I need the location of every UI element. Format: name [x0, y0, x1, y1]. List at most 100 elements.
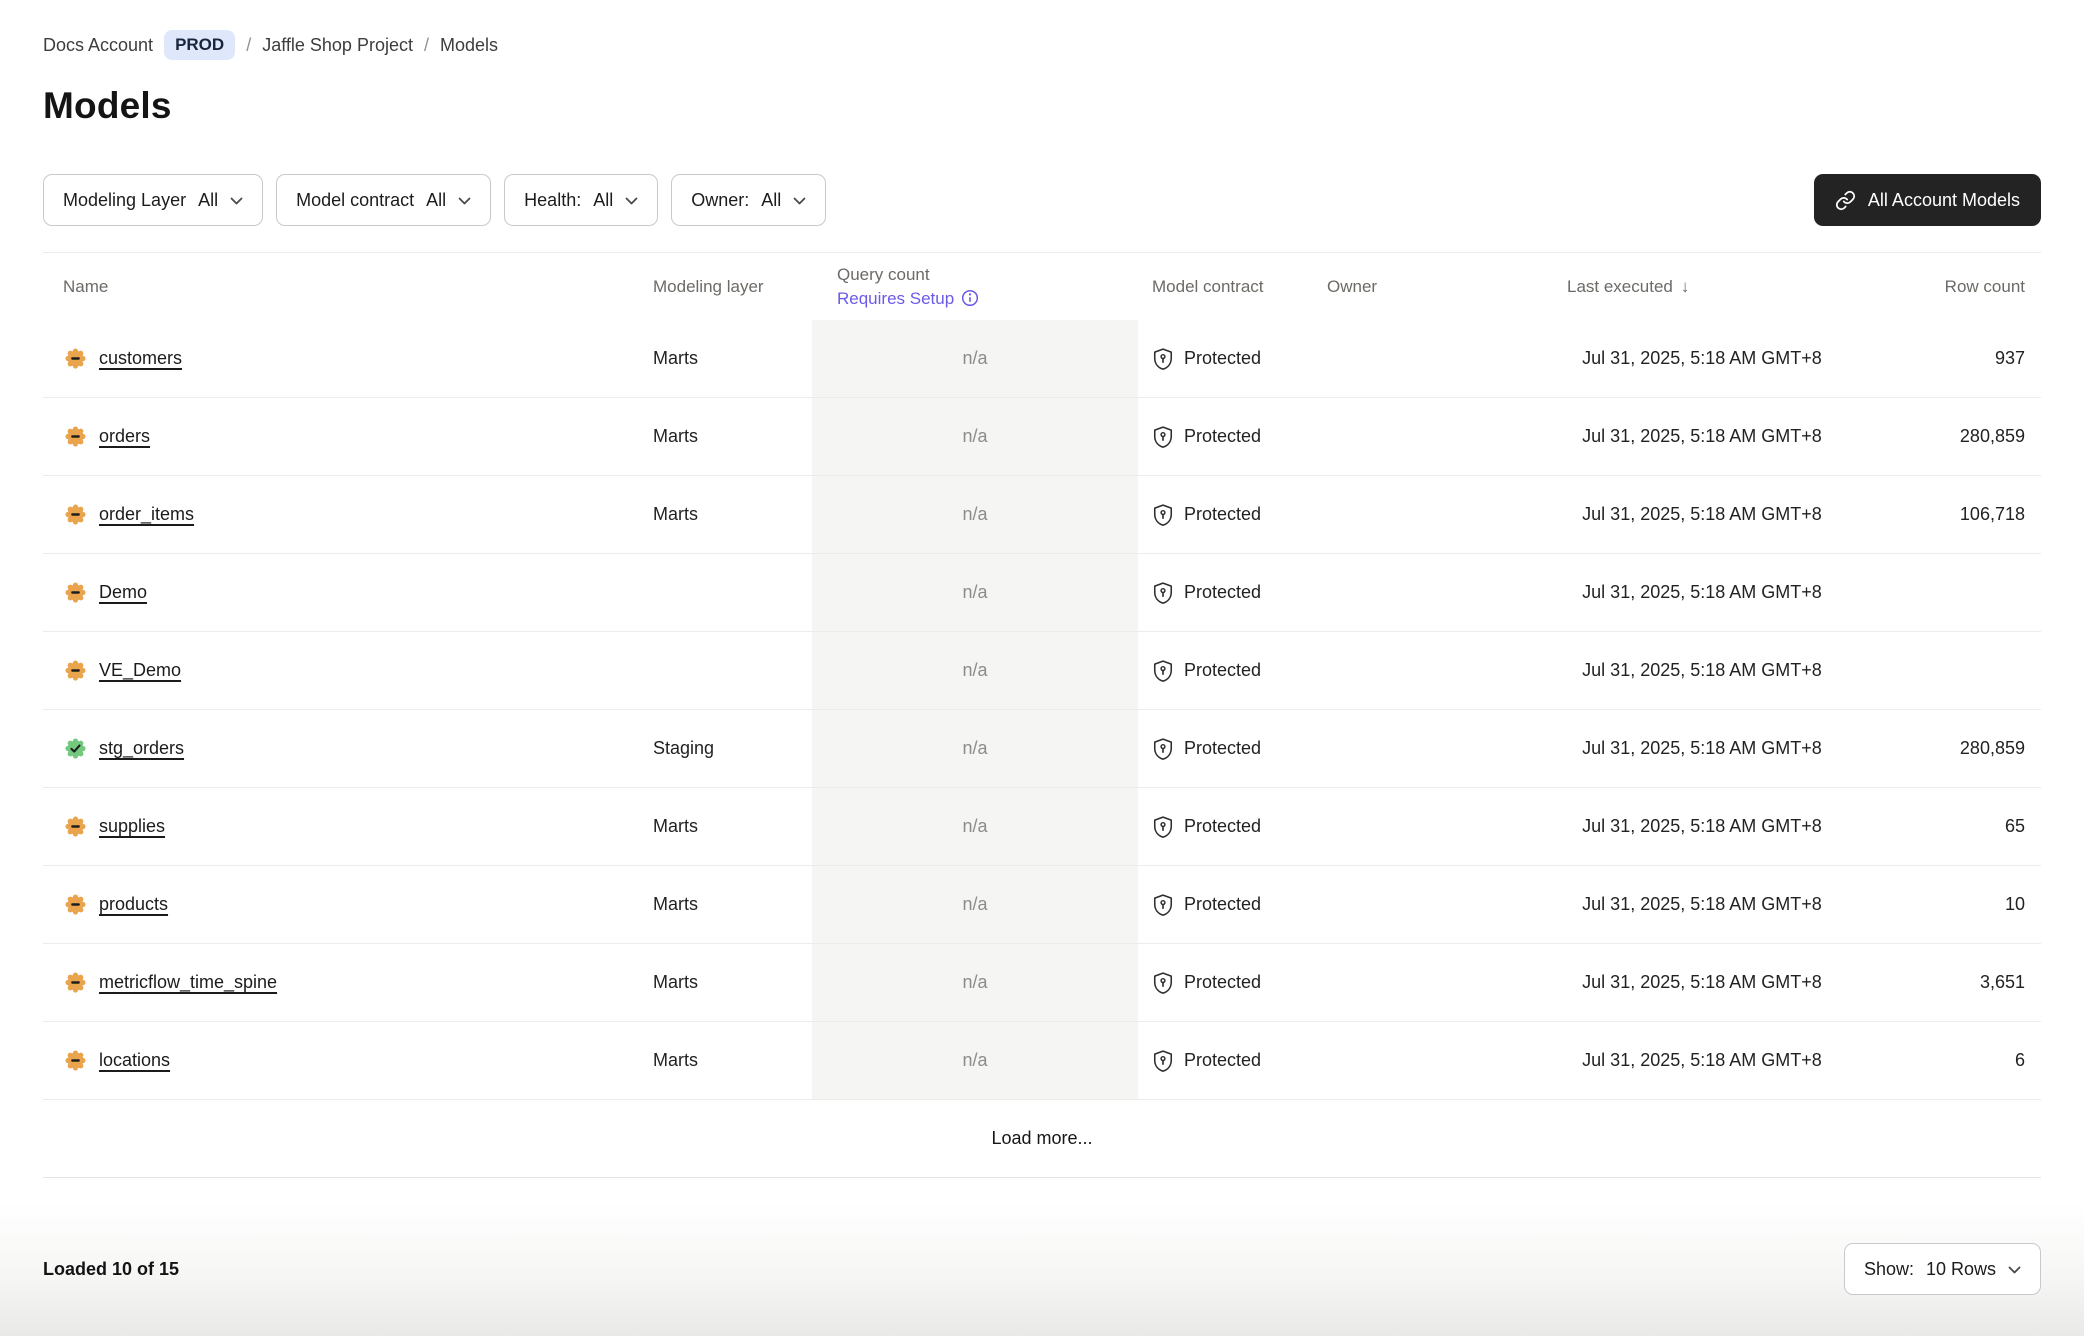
model-contract-label: Protected: [1184, 426, 1261, 447]
health-badge-warning-icon: [65, 660, 86, 681]
model-contract-filter[interactable]: Model contract All: [276, 174, 491, 226]
column-header-row-count: Row count: [1921, 277, 2041, 297]
row-count-cell: 280,859: [1921, 426, 2041, 447]
table-row: supplies Marts n/a Protected Jul 31, 202…: [43, 788, 2041, 866]
table-body: customers Marts n/a Protected Jul 31, 20…: [43, 320, 2041, 1100]
info-icon[interactable]: [961, 289, 979, 307]
modeling-layer-cell: Marts: [645, 504, 812, 525]
breadcrumb-account-link[interactable]: Docs Account: [43, 35, 153, 56]
column-header-last-executed[interactable]: Last executed ↓: [1483, 277, 1921, 297]
table-row: stg_orders Staging n/a Protected Jul 31,…: [43, 710, 2041, 788]
load-more-row: Load more...: [43, 1100, 2041, 1178]
filter-value: All: [593, 190, 613, 211]
table-row: VE_Demo n/a Protected Jul 31, 2025, 5:18…: [43, 632, 2041, 710]
query-count-cell: n/a: [812, 788, 1138, 865]
last-executed-cell: Jul 31, 2025, 5:18 AM GMT+8: [1483, 816, 1921, 837]
all-account-models-label: All Account Models: [1868, 190, 2020, 211]
query-count-cell: n/a: [812, 632, 1138, 709]
load-more-button[interactable]: Load more...: [991, 1128, 1092, 1149]
shield-lock-icon: [1152, 503, 1174, 527]
filter-label: Modeling Layer: [63, 190, 186, 211]
table-row: orders Marts n/a Protected Jul 31, 2025,…: [43, 398, 2041, 476]
model-name-link[interactable]: products: [99, 894, 168, 915]
model-contract-cell: Protected: [1138, 581, 1323, 605]
health-filter[interactable]: Health: All: [504, 174, 658, 226]
shield-lock-icon: [1152, 347, 1174, 371]
last-executed-cell: Jul 31, 2025, 5:18 AM GMT+8: [1483, 426, 1921, 447]
model-contract-cell: Protected: [1138, 503, 1323, 527]
column-header-query-count: Query count Requires Setup: [812, 263, 1138, 311]
show-rows-dropdown[interactable]: Show: 10 Rows: [1844, 1243, 2041, 1295]
model-name-link[interactable]: locations: [99, 1050, 170, 1071]
last-executed-cell: Jul 31, 2025, 5:18 AM GMT+8: [1483, 972, 1921, 993]
health-badge-warning-icon: [65, 1050, 86, 1071]
column-header-model-contract: Model contract: [1138, 277, 1323, 297]
link-icon: [1835, 190, 1856, 211]
breadcrumb: Docs Account PROD / Jaffle Shop Project …: [43, 0, 2041, 60]
column-header-owner: Owner: [1323, 277, 1483, 297]
model-name-link[interactable]: metricflow_time_spine: [99, 972, 277, 993]
breadcrumb-project-link[interactable]: Jaffle Shop Project: [262, 35, 413, 56]
table-row: Demo n/a Protected Jul 31, 2025, 5:18 AM…: [43, 554, 2041, 632]
all-account-models-button[interactable]: All Account Models: [1814, 174, 2041, 226]
requires-setup-link[interactable]: Requires Setup: [837, 287, 1138, 311]
model-name-link[interactable]: stg_orders: [99, 738, 184, 759]
model-name-link[interactable]: customers: [99, 348, 182, 369]
name-cell: products: [43, 866, 645, 943]
health-badge-warning-icon: [65, 972, 86, 993]
column-header-name: Name: [43, 277, 645, 297]
shield-lock-icon: [1152, 581, 1174, 605]
name-cell: customers: [43, 320, 645, 397]
query-count-cell: n/a: [812, 944, 1138, 1021]
model-contract-cell: Protected: [1138, 347, 1323, 371]
shield-lock-icon: [1152, 971, 1174, 995]
model-name-link[interactable]: Demo: [99, 582, 147, 603]
shield-lock-icon: [1152, 893, 1174, 917]
model-contract-cell: Protected: [1138, 815, 1323, 839]
owner-filter[interactable]: Owner: All: [671, 174, 826, 226]
show-value: 10 Rows: [1926, 1259, 1996, 1280]
row-count-cell: 280,859: [1921, 738, 2041, 759]
filter-label: Health:: [524, 190, 581, 211]
chevron-down-icon: [793, 197, 806, 205]
name-cell: order_items: [43, 476, 645, 553]
filter-label: Model contract: [296, 190, 414, 211]
breadcrumb-separator: /: [424, 35, 429, 56]
modeling-layer-cell: Marts: [645, 1050, 812, 1071]
model-contract-label: Protected: [1184, 348, 1261, 369]
query-count-cell: n/a: [812, 1022, 1138, 1099]
filter-label: Owner:: [691, 190, 749, 211]
table-row: products Marts n/a Protected Jul 31, 202…: [43, 866, 2041, 944]
name-cell: metricflow_time_spine: [43, 944, 645, 1021]
page-title: Models: [43, 85, 2041, 127]
model-name-link[interactable]: VE_Demo: [99, 660, 181, 681]
name-cell: supplies: [43, 788, 645, 865]
chevron-down-icon: [458, 197, 471, 205]
name-cell: stg_orders: [43, 710, 645, 787]
chevron-down-icon: [2008, 1266, 2021, 1274]
last-executed-label: Last executed: [1567, 277, 1673, 297]
row-count-cell: 6: [1921, 1050, 2041, 1071]
sort-descending-icon: ↓: [1681, 277, 1690, 297]
loaded-status: Loaded 10 of 15: [43, 1259, 179, 1280]
query-count-cell: n/a: [812, 866, 1138, 943]
model-name-link[interactable]: supplies: [99, 816, 165, 837]
query-count-header-label: Query count: [837, 263, 1138, 287]
query-count-cell: n/a: [812, 398, 1138, 475]
column-header-modeling-layer: Modeling layer: [645, 277, 812, 297]
filter-bar: Modeling Layer All Model contract All He…: [43, 174, 826, 226]
show-label: Show:: [1864, 1259, 1914, 1280]
last-executed-cell: Jul 31, 2025, 5:18 AM GMT+8: [1483, 894, 1921, 915]
row-count-cell: 106,718: [1921, 504, 2041, 525]
modeling-layer-filter[interactable]: Modeling Layer All: [43, 174, 263, 226]
model-contract-label: Protected: [1184, 582, 1261, 603]
query-count-cell: n/a: [812, 710, 1138, 787]
table-header-row: Name Modeling layer Query count Requires…: [43, 252, 2041, 320]
model-name-link[interactable]: order_items: [99, 504, 194, 525]
last-executed-cell: Jul 31, 2025, 5:18 AM GMT+8: [1483, 582, 1921, 603]
model-name-link[interactable]: orders: [99, 426, 150, 447]
models-table: Name Modeling layer Query count Requires…: [43, 252, 2041, 1178]
name-cell: Demo: [43, 554, 645, 631]
model-contract-label: Protected: [1184, 660, 1261, 681]
breadcrumb-current: Models: [440, 35, 498, 56]
